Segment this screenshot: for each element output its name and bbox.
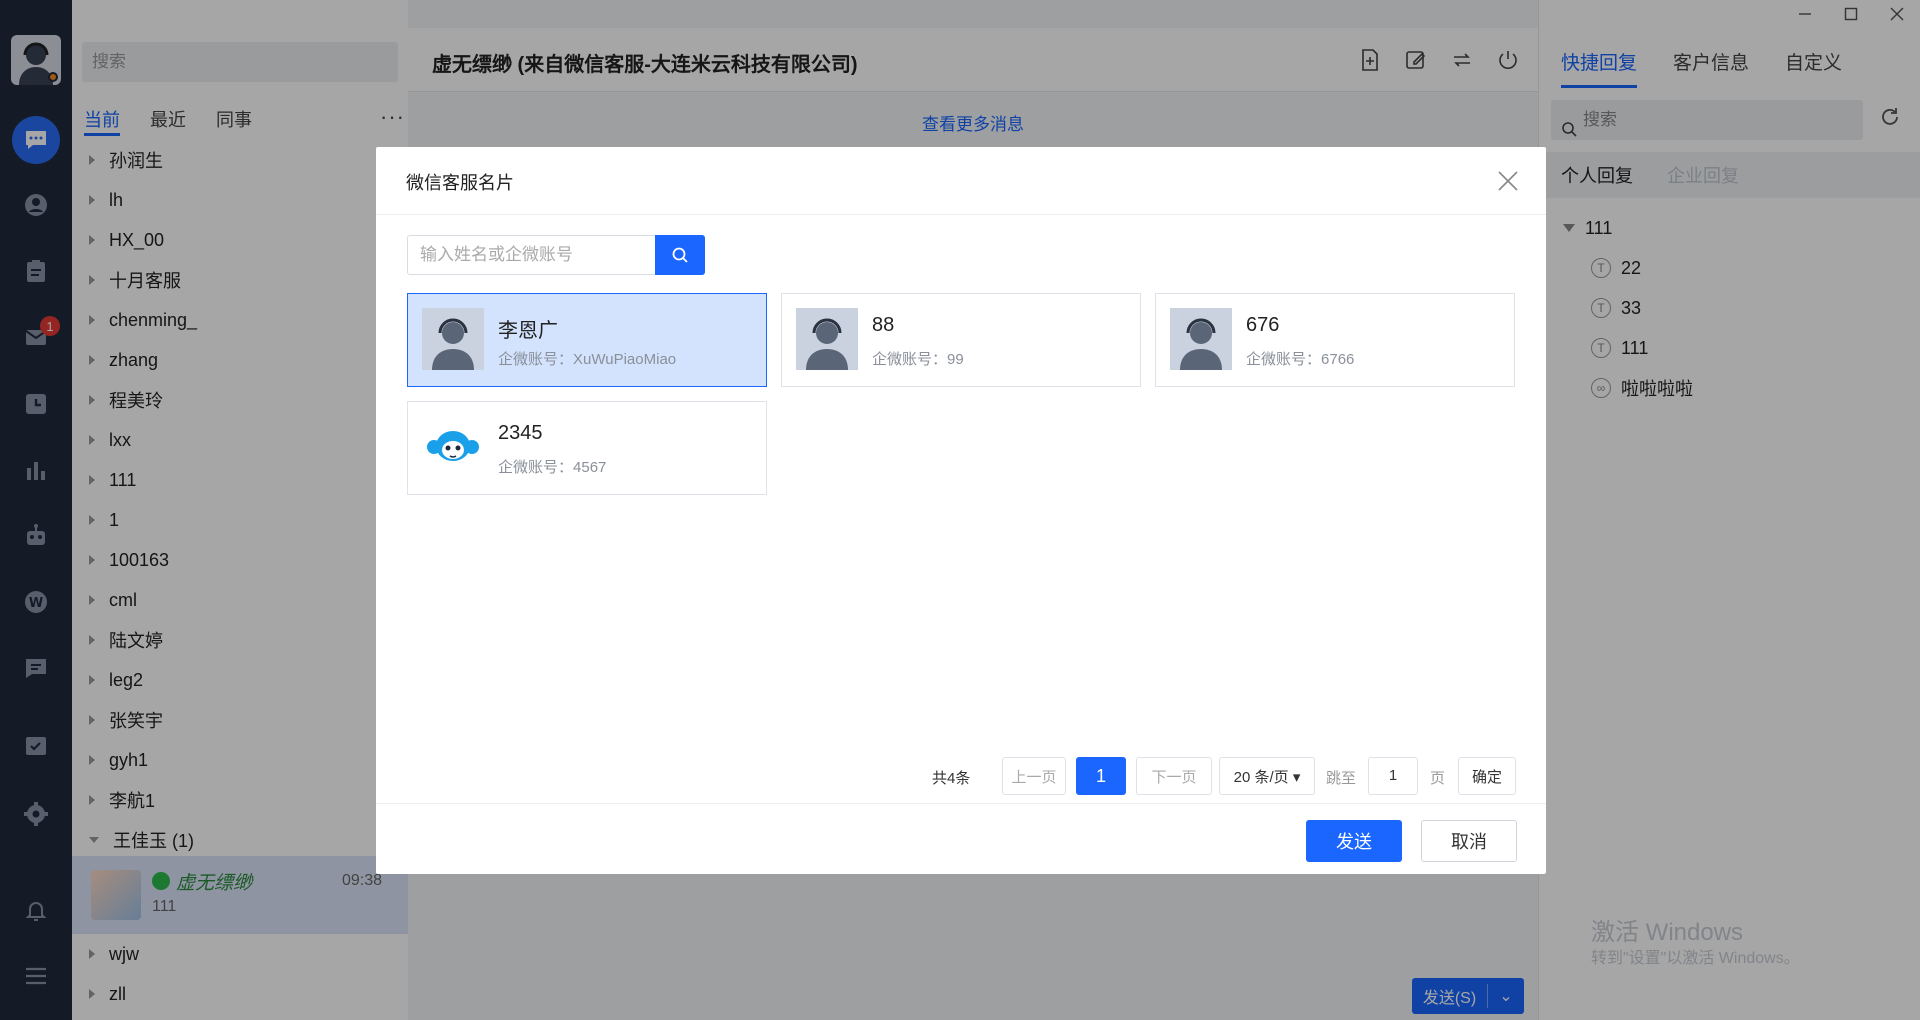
card-name: 2345	[498, 422, 543, 444]
jump-label: 跳至	[1326, 770, 1357, 787]
agent-avatar-icon	[422, 308, 484, 370]
dialog-header: 微信客服名片	[376, 147, 1546, 215]
close-icon[interactable]	[1496, 169, 1520, 193]
card-account-label: 企微账号：	[1246, 351, 1322, 368]
wechat-card-dialog: 微信客服名片 输入姓名或企微账号 李恩广 企微账号：XuWuPiaoMiao 8…	[376, 147, 1546, 874]
search-icon	[672, 247, 688, 263]
agent-avatar-icon	[1170, 308, 1232, 370]
cancel-button[interactable]: 取消	[1421, 820, 1517, 862]
card-search-input[interactable]: 输入姓名或企微账号	[408, 236, 656, 274]
card-account-value: 99	[947, 351, 964, 368]
pagination: 共4条 上一页 1 下一页 20 条/页 ▾ 跳至 1 页 确定	[376, 755, 1546, 795]
card-item[interactable]: 2345 企微账号：4567	[407, 401, 767, 495]
dialog-title: 微信客服名片	[406, 173, 514, 193]
send-button[interactable]: 发送	[1306, 820, 1402, 862]
card-account: 企微账号：99	[872, 348, 964, 369]
close-window-icon[interactable]	[1874, 0, 1920, 28]
jump-confirm-button[interactable]: 确定	[1458, 757, 1516, 795]
minimize-icon[interactable]	[1782, 0, 1828, 28]
card-account-label: 企微账号：	[498, 351, 574, 368]
prev-page-button[interactable]: 上一页	[1002, 757, 1066, 795]
card-item[interactable]: 88 企微账号：99	[781, 293, 1141, 387]
card-account-label: 企微账号：	[498, 459, 574, 476]
jump-page-input[interactable]: 1	[1368, 757, 1418, 795]
page-button-current[interactable]: 1	[1076, 757, 1126, 795]
page-size-select[interactable]: 20 条/页 ▾	[1219, 757, 1315, 795]
dialog-footer: 发送 取消	[376, 803, 1546, 874]
maximize-icon[interactable]	[1828, 0, 1874, 28]
card-account: 企微账号：6766	[1246, 348, 1354, 369]
page-suffix: 页	[1430, 770, 1446, 787]
next-page-button[interactable]: 下一页	[1136, 757, 1212, 795]
card-account: 企微账号：XuWuPiaoMiao	[498, 348, 676, 369]
search-button[interactable]	[655, 235, 705, 275]
card-item[interactable]: 李恩广 企微账号：XuWuPiaoMiao	[407, 293, 767, 387]
monkey-mascot-icon	[422, 416, 484, 478]
card-account-value: XuWuPiaoMiao	[573, 351, 677, 368]
card-name: 88	[872, 314, 895, 336]
card-item[interactable]: 676 企微账号：6766	[1155, 293, 1515, 387]
card-name: 李恩广	[498, 320, 558, 342]
card-account-label: 企微账号：	[872, 351, 948, 368]
window-controls	[1782, 0, 1920, 28]
card-name: 676	[1246, 314, 1280, 336]
card-search: 输入姓名或企微账号	[407, 235, 705, 275]
pagination-total: 共4条	[932, 770, 971, 787]
card-account-value: 4567	[573, 459, 607, 476]
card-account: 企微账号：4567	[498, 456, 606, 477]
agent-avatar-icon	[796, 308, 858, 370]
card-account-value: 6766	[1321, 351, 1355, 368]
